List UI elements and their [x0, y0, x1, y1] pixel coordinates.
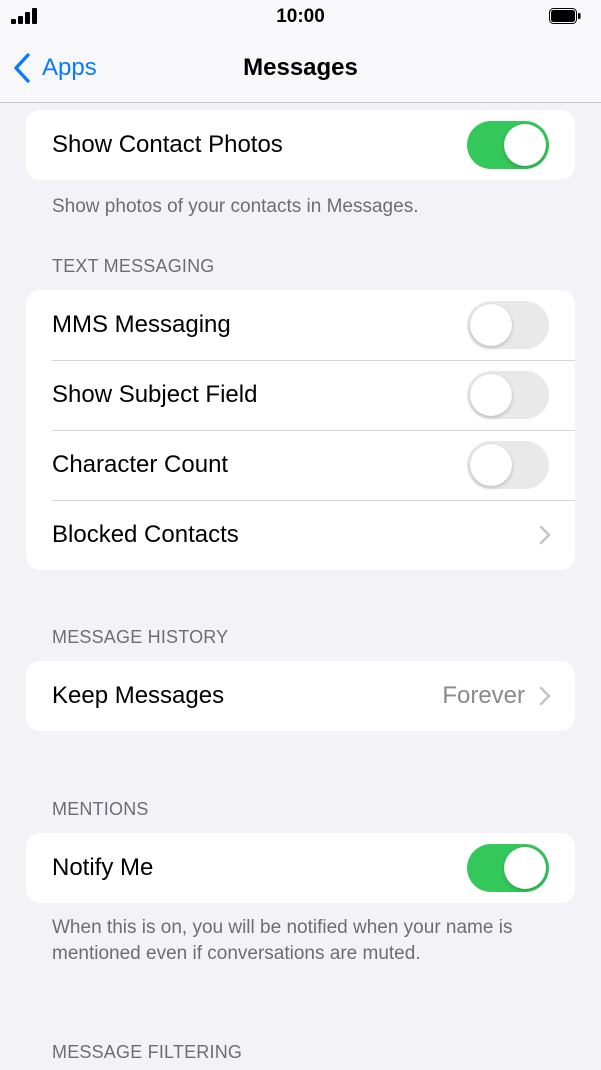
keep-messages-label: Keep Messages: [52, 682, 225, 709]
page-title: Messages: [243, 54, 358, 81]
notify-me-label: Notify Me: [52, 854, 154, 881]
text-messaging-header: TEXT MESSAGING: [52, 256, 215, 276]
blocked-contacts-label: Blocked Contacts: [52, 521, 239, 548]
keep-messages-row[interactable]: Keep Messages Forever: [26, 661, 575, 731]
show-contact-photos-toggle[interactable]: [467, 121, 549, 169]
blocked-contacts-accessory: [539, 500, 551, 570]
character-count-toggle[interactable]: [467, 441, 549, 489]
mentions-group: Notify Me: [26, 833, 575, 903]
toggle-knob: [470, 444, 512, 486]
notify-me-toggle[interactable]: [467, 844, 549, 892]
blocked-contacts-row[interactable]: Blocked Contacts: [26, 500, 575, 570]
chevron-right-icon: [539, 686, 551, 706]
mentions-header: MENTIONS: [52, 799, 149, 819]
character-count-row: Character Count: [26, 430, 575, 500]
message-filtering-header: MESSAGE FILTERING: [52, 1042, 243, 1062]
contact-photos-group: Show Contact Photos: [26, 110, 575, 180]
navigation-bar: Apps Messages: [0, 34, 601, 103]
show-subject-field-row: Show Subject Field: [26, 360, 575, 430]
message-history-group: Keep Messages Forever: [26, 661, 575, 731]
keep-messages-accessory: Forever: [442, 661, 551, 731]
show-contact-photos-row: Show Contact Photos: [26, 110, 575, 180]
notify-me-row: Notify Me: [26, 833, 575, 903]
mms-messaging-label: MMS Messaging: [52, 311, 231, 338]
show-contact-photos-label: Show Contact Photos: [52, 131, 283, 158]
contact-photos-footer: Show photos of your contacts in Messages…: [52, 196, 419, 217]
mms-messaging-row: MMS Messaging: [26, 290, 575, 360]
battery-icon: [549, 8, 581, 24]
status-time: 10:00: [276, 6, 325, 27]
toggle-knob: [470, 374, 512, 416]
mms-messaging-toggle[interactable]: [467, 301, 549, 349]
mentions-footer: When this is on, you will be notified wh…: [52, 917, 513, 964]
show-subject-field-toggle[interactable]: [467, 371, 549, 419]
show-subject-field-label: Show Subject Field: [52, 381, 258, 408]
toggle-knob: [504, 847, 546, 889]
keep-messages-value: Forever: [442, 682, 525, 709]
character-count-label: Character Count: [52, 451, 229, 478]
chevron-right-icon: [539, 525, 551, 545]
toggle-knob: [470, 304, 512, 346]
message-history-header: MESSAGE HISTORY: [52, 627, 229, 647]
text-messaging-group: MMS Messaging Show Subject Field Charact…: [26, 290, 575, 570]
toggle-knob: [504, 124, 546, 166]
status-bar: 10:00: [0, 0, 601, 34]
